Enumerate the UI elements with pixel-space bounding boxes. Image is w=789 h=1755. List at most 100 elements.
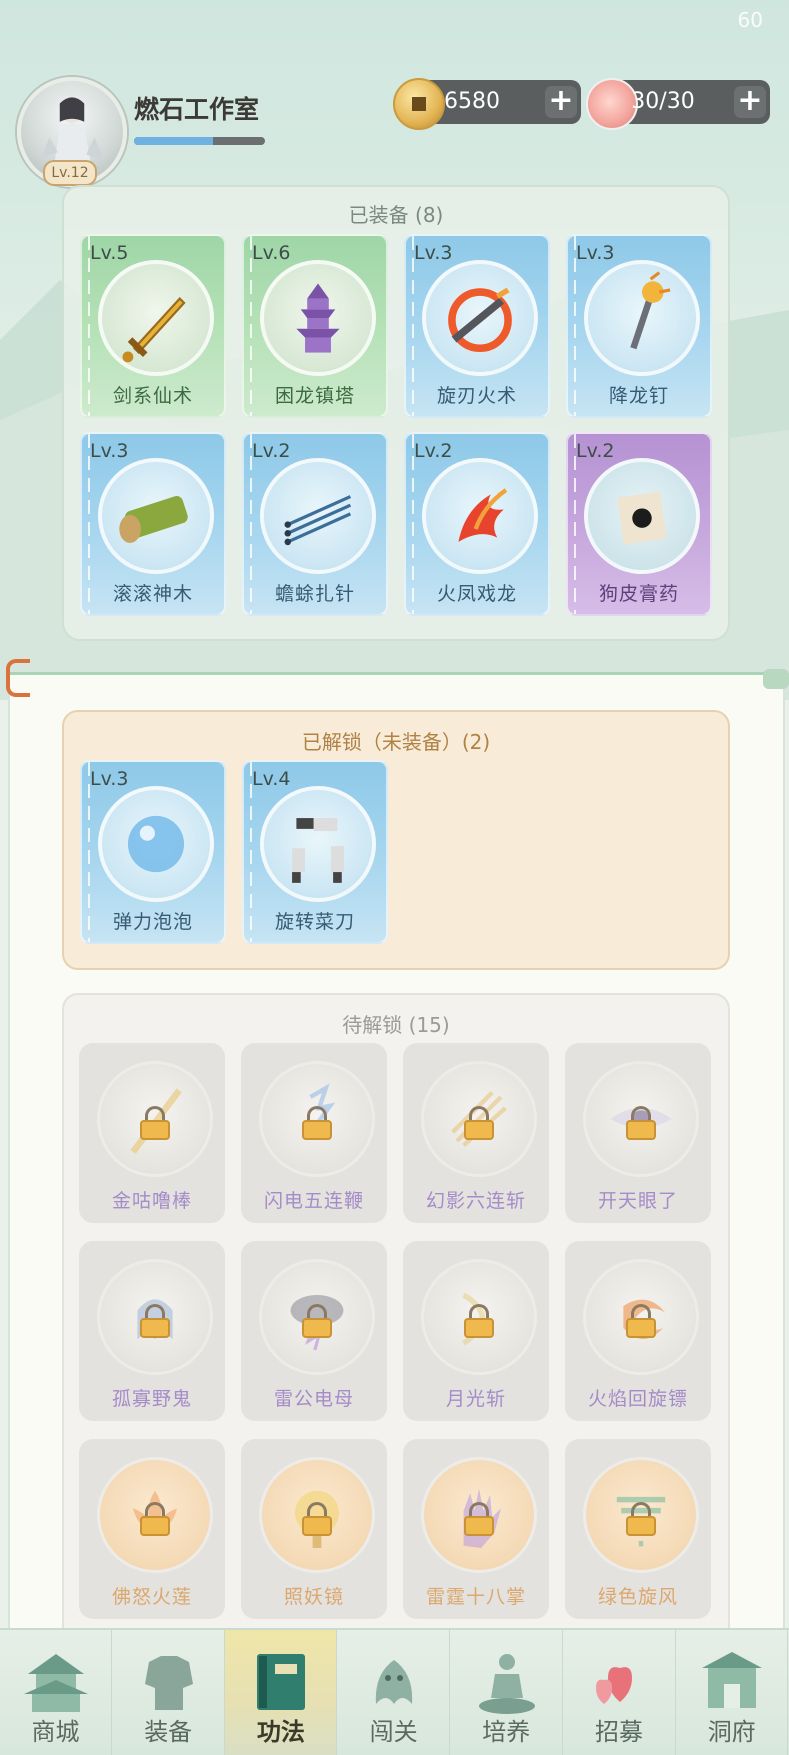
skill-level: Lv.3 <box>414 242 453 264</box>
pending-title: 待解锁 (15) <box>342 1013 450 1037</box>
locked-skill-card[interactable]: 照妖镜 <box>241 1439 387 1619</box>
scroll-handle-left <box>6 659 30 697</box>
nav-tab-label: 功法 <box>256 1718 305 1746</box>
unlocked-skill-card[interactable]: Lv.3 弹力泡泡 <box>80 760 226 944</box>
lock-icon <box>140 1502 170 1536</box>
nav-tab-label: 闯关 <box>369 1718 418 1746</box>
lock-icon <box>302 1502 332 1536</box>
nav-tab[interactable]: 招募 <box>564 1630 676 1755</box>
skill-name: 弹力泡泡 <box>112 911 193 933</box>
skill-name: 佛怒火莲 <box>111 1586 192 1608</box>
player-level-badge: Lv.12 <box>43 160 97 186</box>
locked-skill-card[interactable]: 绿色旋风 <box>565 1439 711 1619</box>
skill-level: Lv.2 <box>252 440 291 462</box>
locked-skill-card[interactable]: 火焰回旋镖 <box>565 1241 711 1421</box>
equipped-skill-card[interactable]: Lv.2 火凤戏龙 <box>404 432 550 616</box>
lightning-whip-icon <box>259 1061 375 1177</box>
phoenix-icon <box>422 458 538 574</box>
skill-name: 剑系仙术 <box>112 385 193 407</box>
skill-name: 开天眼了 <box>597 1190 678 1212</box>
tornado-icon <box>583 1457 699 1573</box>
skill-name: 绿色旋风 <box>597 1586 678 1608</box>
meditating-figure-icon <box>478 1654 535 1714</box>
coin-value: 6580 <box>444 89 500 114</box>
locked-skill-card[interactable]: 闪电五连鞭 <box>241 1043 387 1223</box>
player-name: 燃石工作室 <box>134 95 260 124</box>
skill-name: 狗皮膏药 <box>598 583 679 605</box>
equipped-title: 已装备 (8) <box>348 203 444 227</box>
skill-level: Lv.3 <box>90 440 129 462</box>
nav-tab[interactable]: 商城 <box>0 1630 112 1755</box>
equipped-skill-card[interactable]: Lv.2 狗皮膏药 <box>566 432 712 616</box>
skill-name: 孤寡野鬼 <box>111 1388 192 1410</box>
lock-icon <box>302 1304 332 1338</box>
equipped-skill-card[interactable]: Lv.3 旋刃火术 <box>404 234 550 418</box>
nav-tab[interactable]: 洞府 <box>676 1630 789 1755</box>
equipped-skill-card[interactable]: Lv.6 困龙镇塔 <box>242 234 388 418</box>
lock-icon <box>626 1502 656 1536</box>
bottom-nav: 商城 装备 功法 闯关 培养 招募 洞府 <box>0 1628 789 1755</box>
needles-icon <box>260 458 376 574</box>
skill-level: Lv.6 <box>252 242 291 264</box>
locked-skill-card[interactable]: 雷霆十八掌 <box>403 1439 549 1619</box>
coin-counter: 6580 + <box>393 78 581 130</box>
locked-skill-card[interactable]: 幻影六连斩 <box>403 1043 549 1223</box>
skill-level: Lv.5 <box>90 242 129 264</box>
skill-name: 滚滚神木 <box>112 583 193 605</box>
lock-icon <box>140 1304 170 1338</box>
scroll-handle-right <box>763 669 789 689</box>
equipped-skill-card[interactable]: Lv.3 滚滚神木 <box>80 432 226 616</box>
bubble-icon <box>98 786 214 902</box>
flame-boomerang-icon <box>583 1259 699 1375</box>
nav-tab[interactable]: 培养 <box>451 1630 563 1755</box>
unlocked-title: 已解锁（未装备）(2) <box>301 730 491 754</box>
lock-icon <box>464 1106 494 1140</box>
dragon-icon <box>375 1660 413 1704</box>
nav-tab-label: 商城 <box>31 1718 80 1746</box>
skill-level: Lv.2 <box>576 440 615 462</box>
wood-log-icon <box>98 458 214 574</box>
locked-skill-card[interactable]: 佛怒火莲 <box>79 1439 225 1619</box>
nav-tab-label: 招募 <box>595 1718 643 1746</box>
skill-name: 困龙镇塔 <box>274 385 355 407</box>
skill-level: Lv.3 <box>576 242 615 264</box>
exp-bar-fill <box>134 137 213 145</box>
skill-name: 雷公电母 <box>273 1388 354 1410</box>
locked-skill-card[interactable]: 开天眼了 <box>565 1043 711 1223</box>
phantom-slash-icon <box>421 1061 537 1177</box>
equipped-skill-card[interactable]: Lv.2 蟾蜍扎针 <box>242 432 388 616</box>
skill-name: 旋刃火术 <box>436 385 517 407</box>
exp-bar <box>134 137 265 145</box>
skill-name: 金咕噜棒 <box>111 1190 192 1212</box>
stamina-value: 30/30 <box>631 89 695 114</box>
lock-icon <box>626 1304 656 1338</box>
armor-icon <box>144 1656 193 1710</box>
lock-icon <box>140 1106 170 1140</box>
equipped-skill-card[interactable]: Lv.5 剑系仙术 <box>80 234 226 418</box>
lock-icon <box>626 1106 656 1140</box>
skill-name: 照妖镜 <box>283 1586 344 1608</box>
ghost-icon <box>97 1259 213 1375</box>
locked-skill-card[interactable]: 雷公电母 <box>241 1241 387 1421</box>
equipped-skill-card[interactable]: Lv.3 降龙钉 <box>566 234 712 418</box>
locked-skill-card[interactable]: 月光斩 <box>403 1241 549 1421</box>
fire-lotus-icon <box>97 1457 213 1573</box>
pagoda-icon <box>260 260 376 376</box>
nav-tab-label: 装备 <box>144 1718 193 1746</box>
unlocked-skill-card[interactable]: Lv.4 旋转菜刀 <box>242 760 388 944</box>
mirror-icon <box>259 1457 375 1573</box>
nav-tab[interactable]: 装备 <box>113 1630 225 1755</box>
nav-tab[interactable]: 闯关 <box>338 1630 451 1755</box>
nav-tab[interactable]: 功法 <box>225 1630 338 1755</box>
palace-icon <box>24 1654 88 1712</box>
add-coins-button[interactable]: + <box>545 86 577 118</box>
locked-skill-card[interactable]: 孤寡野鬼 <box>79 1241 225 1421</box>
lock-icon <box>302 1106 332 1140</box>
skill-name: 月光斩 <box>445 1388 506 1410</box>
gate-pavilion-icon <box>702 1652 763 1708</box>
lock-icon <box>464 1304 494 1338</box>
eye-icon <box>583 1061 699 1177</box>
thundercloud-icon <box>259 1259 375 1375</box>
add-stamina-button[interactable]: + <box>734 86 766 118</box>
locked-skill-card[interactable]: 金咕噜棒 <box>79 1043 225 1223</box>
